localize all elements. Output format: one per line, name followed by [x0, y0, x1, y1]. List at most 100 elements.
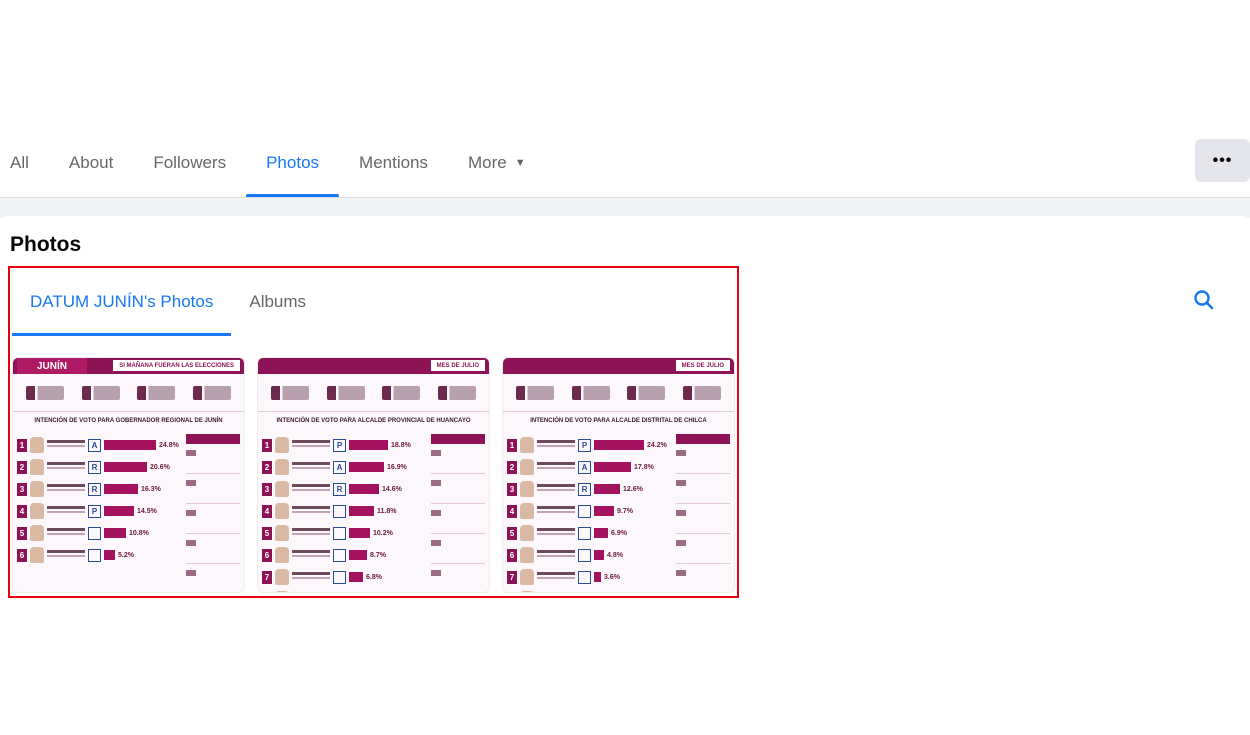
tab-mentions[interactable]: Mentions — [339, 128, 448, 197]
ellipsis-icon: ••• — [1212, 151, 1233, 169]
tab-about[interactable]: About — [49, 128, 133, 197]
profile-tab-bar: All About Followers Photos Mentions More… — [0, 128, 1250, 198]
poster-row: 2 A 17.8% — [507, 456, 674, 478]
poster-value: 14.5% — [137, 507, 157, 515]
poster-value: 3.6% — [604, 573, 620, 581]
party-logo — [578, 593, 591, 594]
poster-value: 16.3% — [141, 485, 161, 493]
poster-info-item — [515, 385, 554, 400]
candidate-photo — [30, 525, 44, 541]
poster-rank: 6 — [507, 548, 517, 562]
poster-info-item — [627, 385, 666, 400]
poster-info-item — [438, 385, 477, 400]
section-divider — [0, 198, 1250, 218]
poster-title: INTENCIÓN DE VOTO PARA ALCALDE PROVINCIA… — [276, 418, 471, 424]
poster-sidebar-block — [676, 534, 730, 564]
party-logo: P — [88, 504, 101, 518]
candidate-name — [537, 572, 575, 582]
poster-row: 5 6.9% — [507, 522, 674, 544]
poster-rank: 1 — [262, 438, 272, 452]
subtab-albums-label: Albums — [249, 292, 307, 311]
search-icon — [1194, 290, 1214, 310]
subtab-page-photos[interactable]: DATUM JUNÍN's Photos — [12, 268, 232, 336]
candidate-name — [537, 440, 575, 450]
poster-row: 85.4% — [262, 588, 429, 592]
photos-subtabs: DATUM JUNÍN's Photos Albums — [12, 268, 324, 336]
party-logo: R — [88, 482, 101, 496]
poster-value: 10.2% — [373, 529, 393, 537]
poster-sidebar-block — [676, 564, 730, 592]
poster-bar — [594, 506, 614, 516]
poster-rank: 7 — [507, 570, 517, 584]
candidate-photo — [520, 547, 534, 563]
candidate-photo — [30, 459, 44, 475]
poster-bar — [104, 462, 147, 472]
poster-sidebar-block — [186, 444, 240, 474]
poster-info-item — [683, 385, 722, 400]
poster-body: 1 P 18.8% 2 A 16.9% 3 R 14.6% 4 11.8% 5 10.2% 6 8.7% 7 6… — [258, 434, 489, 592]
poster-bar — [104, 506, 134, 516]
profile-tabs: All About Followers Photos Mentions More… — [0, 128, 1250, 197]
poster-value: 5.2% — [118, 551, 134, 559]
poster-value: 17.8% — [634, 463, 654, 471]
party-logo — [333, 548, 346, 562]
candidate-name — [292, 528, 330, 538]
poster-row: 3 R 14.6% — [262, 478, 429, 500]
candidate-name — [47, 462, 85, 472]
tab-more-label: More — [468, 152, 507, 172]
poster-row: 4 11.8% — [262, 500, 429, 522]
tab-about-label: About — [68, 152, 114, 172]
poster-sidebar-block — [431, 474, 485, 504]
poster-value: 12.6% — [623, 485, 643, 493]
poster-sidebar-header — [676, 434, 730, 444]
poster-value: 24.2% — [647, 441, 667, 449]
poster-body: 1 A 24.8% 2 R 20.6% 3 R 16.3% 4 P 14.5% 5 10.8% 6 5.2% — [13, 434, 244, 592]
top-blank-area — [0, 0, 1250, 128]
poster-info-strip — [503, 374, 734, 412]
poster-sidebar-block — [431, 444, 485, 474]
poster-info-item — [81, 385, 120, 400]
caret-down-icon: ▼ — [514, 156, 526, 169]
candidate-photo — [275, 547, 289, 563]
poster-rows: 1 A 24.8% 2 R 20.6% 3 R 16.3% 4 P 14.5% 5 10.8% 6 5.2% — [17, 434, 184, 592]
party-logo: A — [88, 438, 101, 452]
tab-photos[interactable]: Photos — [246, 128, 339, 197]
poster-bar — [594, 550, 604, 560]
candidate-name — [47, 550, 85, 560]
candidate-photo — [30, 437, 44, 453]
photo-thumbnail[interactable]: MES DE JULIO INTENCIÓN DE VOTO PARA ALCAL… — [502, 357, 735, 593]
poster-info-item — [382, 385, 421, 400]
poster-bar — [594, 440, 644, 450]
photo-thumbnail[interactable]: MES DE JULIO INTENCIÓN DE VOTO PARA ALCAL… — [257, 357, 490, 593]
search-button[interactable] — [1192, 288, 1216, 312]
poster-rank: 4 — [17, 504, 27, 518]
tab-more[interactable]: More ▼ — [448, 128, 546, 197]
party-logo: P — [578, 438, 591, 452]
poster-info-strip — [13, 374, 244, 412]
party-logo — [88, 526, 101, 540]
tab-all[interactable]: All — [0, 128, 49, 197]
poster-value: 18.8% — [391, 441, 411, 449]
poster-bar — [104, 484, 138, 494]
poster-row: 3 R 12.6% — [507, 478, 674, 500]
candidate-name — [292, 462, 330, 472]
poster-sidebar-block — [676, 474, 730, 504]
photo-thumbnail[interactable]: JUNÍN SI MAÑANA FUERAN LAS ELECCIONES INTE… — [12, 357, 245, 593]
more-options-button[interactable]: ••• — [1195, 139, 1250, 182]
candidate-photo — [275, 503, 289, 519]
poster-value: 24.8% — [159, 441, 179, 449]
photo-grid: JUNÍN SI MAÑANA FUERAN LAS ELECCIONES INTE… — [12, 357, 735, 593]
poster-row: 1 P 18.8% — [262, 434, 429, 456]
poster-sidebar-block — [186, 504, 240, 534]
poster-row: 1 P 24.2% — [507, 434, 674, 456]
section-title: Photos — [10, 233, 82, 256]
candidate-photo — [275, 525, 289, 541]
subtab-albums[interactable]: Albums — [231, 268, 324, 336]
poster-sidebar-block — [431, 534, 485, 564]
poster-row: 6 4.8% — [507, 544, 674, 566]
tab-followers[interactable]: Followers — [133, 128, 246, 197]
poster-sidebar-block — [431, 504, 485, 534]
poster-row: 6 5.2% — [17, 544, 184, 566]
poster-sidebar-header — [431, 434, 485, 444]
candidate-photo — [520, 525, 534, 541]
